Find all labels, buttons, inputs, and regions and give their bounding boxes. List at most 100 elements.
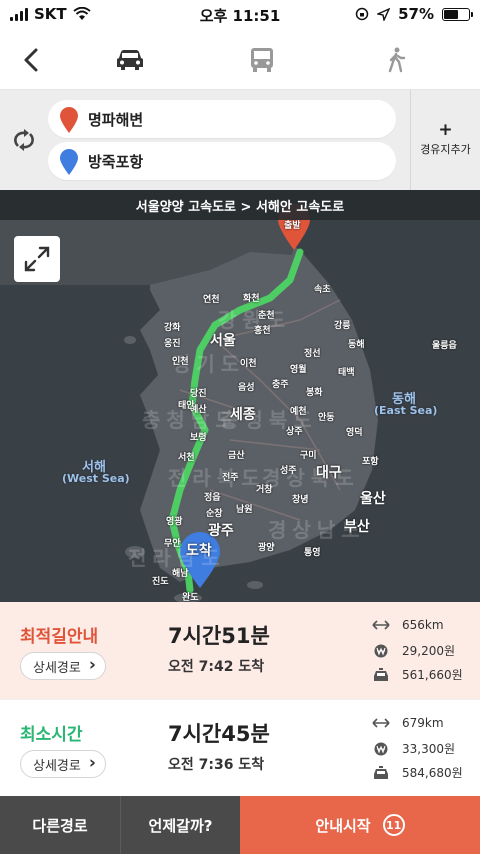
route-search-panel: 명파해변 방죽포항 + 경유지추가	[0, 90, 480, 190]
route-toll: 33,300원	[372, 740, 455, 757]
battery-percent: 57%	[398, 5, 434, 23]
taxi-fare-value: 561,660원	[402, 668, 463, 682]
route-arrival: 오전 7:42 도착	[168, 659, 265, 675]
city-label: 인천	[172, 357, 189, 367]
city-label: 충주	[272, 380, 289, 390]
distance-icon	[372, 618, 390, 632]
route-duration: 7시간51분	[168, 624, 270, 648]
sea-label-east-en: (East Sea)	[374, 404, 438, 417]
distance-value: 679km	[402, 716, 444, 730]
taxi-icon	[372, 765, 390, 780]
city-label: 전주	[222, 473, 239, 483]
route-option-optimal[interactable]: 최적길안내 상세경로 7시간51분 오전 7:42 도착 656km 29,20…	[0, 602, 480, 699]
city-label: 정선	[304, 349, 321, 359]
destination-pin-icon	[60, 149, 78, 175]
city-label: 태안	[178, 401, 195, 411]
route-detail-button[interactable]: 상세경로	[20, 750, 106, 778]
city-label: 무안	[164, 539, 181, 549]
city-label: 금산	[228, 451, 245, 461]
region-label: 전라북도	[168, 466, 266, 490]
city-label: 해남	[172, 569, 189, 579]
route-option-fastest[interactable]: 최소시간 상세경로 7시간45분 오전 7:36 도착 679km 33,300…	[0, 699, 480, 796]
car-icon	[117, 50, 143, 70]
add-waypoint-button[interactable]: + 경유지추가	[410, 90, 480, 190]
city-label: 옹진	[164, 339, 181, 349]
orientation-lock-icon	[355, 7, 369, 21]
back-button[interactable]	[14, 42, 50, 78]
expand-map-button[interactable]	[14, 236, 60, 282]
city-label: 안동	[318, 413, 335, 423]
city-label: 거창	[256, 485, 273, 495]
when-to-go-button[interactable]: 언제갈까?	[120, 796, 240, 854]
route-distance: 679km	[372, 716, 444, 730]
city-label: 동해	[348, 340, 365, 350]
city-label: 울산	[360, 491, 386, 507]
walk-icon	[388, 47, 406, 73]
city-label: 울릉읍	[432, 341, 457, 351]
city-label: 남원	[236, 505, 253, 515]
mode-bus-button[interactable]	[242, 42, 282, 78]
distance-icon	[372, 716, 390, 730]
destination-input[interactable]: 방죽포항	[48, 142, 396, 180]
city-label: 강화	[164, 323, 181, 333]
start-navigation-label: 안내시작	[315, 816, 371, 835]
city-label: 강릉	[334, 321, 351, 331]
nav-mode-bar	[0, 30, 480, 90]
city-label: 음성	[238, 383, 255, 393]
city-label: 통영	[304, 548, 321, 558]
mode-car-button[interactable]	[110, 42, 150, 78]
add-waypoint-label: 경유지추가	[420, 143, 471, 156]
route-duration: 7시간45분	[168, 722, 270, 746]
bus-icon	[251, 48, 273, 72]
chevron-left-icon	[24, 48, 38, 72]
city-label: 영덕	[346, 428, 363, 438]
route-taxi-fare: 561,660원	[372, 666, 463, 683]
region-label: 경상북도	[262, 466, 360, 490]
city-label: 세종	[230, 407, 256, 423]
city-label: 진도	[152, 577, 169, 587]
plus-icon: +	[438, 120, 453, 140]
city-label: 구미	[300, 451, 317, 461]
battery-level	[444, 9, 458, 19]
city-label: 순창	[206, 509, 223, 519]
city-label: 포항	[362, 457, 379, 467]
city-label: 대구	[316, 465, 342, 481]
start-navigation-button[interactable]: 안내시작 11	[240, 796, 480, 854]
toll-won-icon	[372, 644, 390, 658]
route-name: 최소시간	[20, 725, 83, 745]
taxi-fare-value: 584,680원	[402, 766, 463, 780]
bottom-action-bar: 다른경로 언제갈까? 안내시작 11	[0, 796, 480, 854]
toll-won-icon	[372, 742, 390, 756]
mode-walk-button[interactable]	[376, 42, 416, 78]
city-label: 성주	[280, 466, 297, 476]
origin-value: 명파해변	[88, 110, 144, 129]
city-label: 보령	[190, 433, 207, 443]
sea-label-west-en: (West Sea)	[62, 472, 130, 485]
city-label: 춘천	[258, 311, 275, 321]
toll-value: 33,300원	[402, 742, 456, 756]
route-toll: 29,200원	[372, 642, 455, 659]
city-label: 화천	[243, 294, 260, 304]
distance-value: 656km	[402, 618, 444, 632]
city-label: 부산	[344, 519, 370, 535]
city-label: 완도	[182, 593, 199, 602]
city-label: 창녕	[292, 495, 309, 505]
route-detail-button[interactable]: 상세경로	[20, 652, 106, 680]
route-map[interactable]: 서울양양 고속도로 > 서해안 고속도로 출발 도착 강원도 경기도 충청북도 …	[0, 190, 480, 602]
city-label: 정읍	[204, 493, 221, 503]
city-label: 영월	[290, 365, 307, 375]
city-label: 봉화	[306, 388, 323, 398]
route-taxi-fare: 584,680원	[372, 764, 463, 781]
alternate-routes-button[interactable]: 다른경로	[0, 796, 120, 854]
route-name: 최적길안내	[20, 627, 99, 647]
city-label: 속초	[314, 285, 331, 295]
route-distance: 656km	[372, 618, 444, 632]
origin-pin-icon	[60, 107, 78, 133]
toll-value: 29,200원	[402, 644, 456, 658]
origin-input[interactable]: 명파해변	[48, 100, 396, 138]
location-arrow-icon	[377, 7, 391, 21]
city-label: 서천	[178, 453, 195, 463]
city-label: 상주	[286, 427, 303, 437]
expand-icon	[24, 246, 50, 272]
swap-button[interactable]	[10, 126, 38, 154]
